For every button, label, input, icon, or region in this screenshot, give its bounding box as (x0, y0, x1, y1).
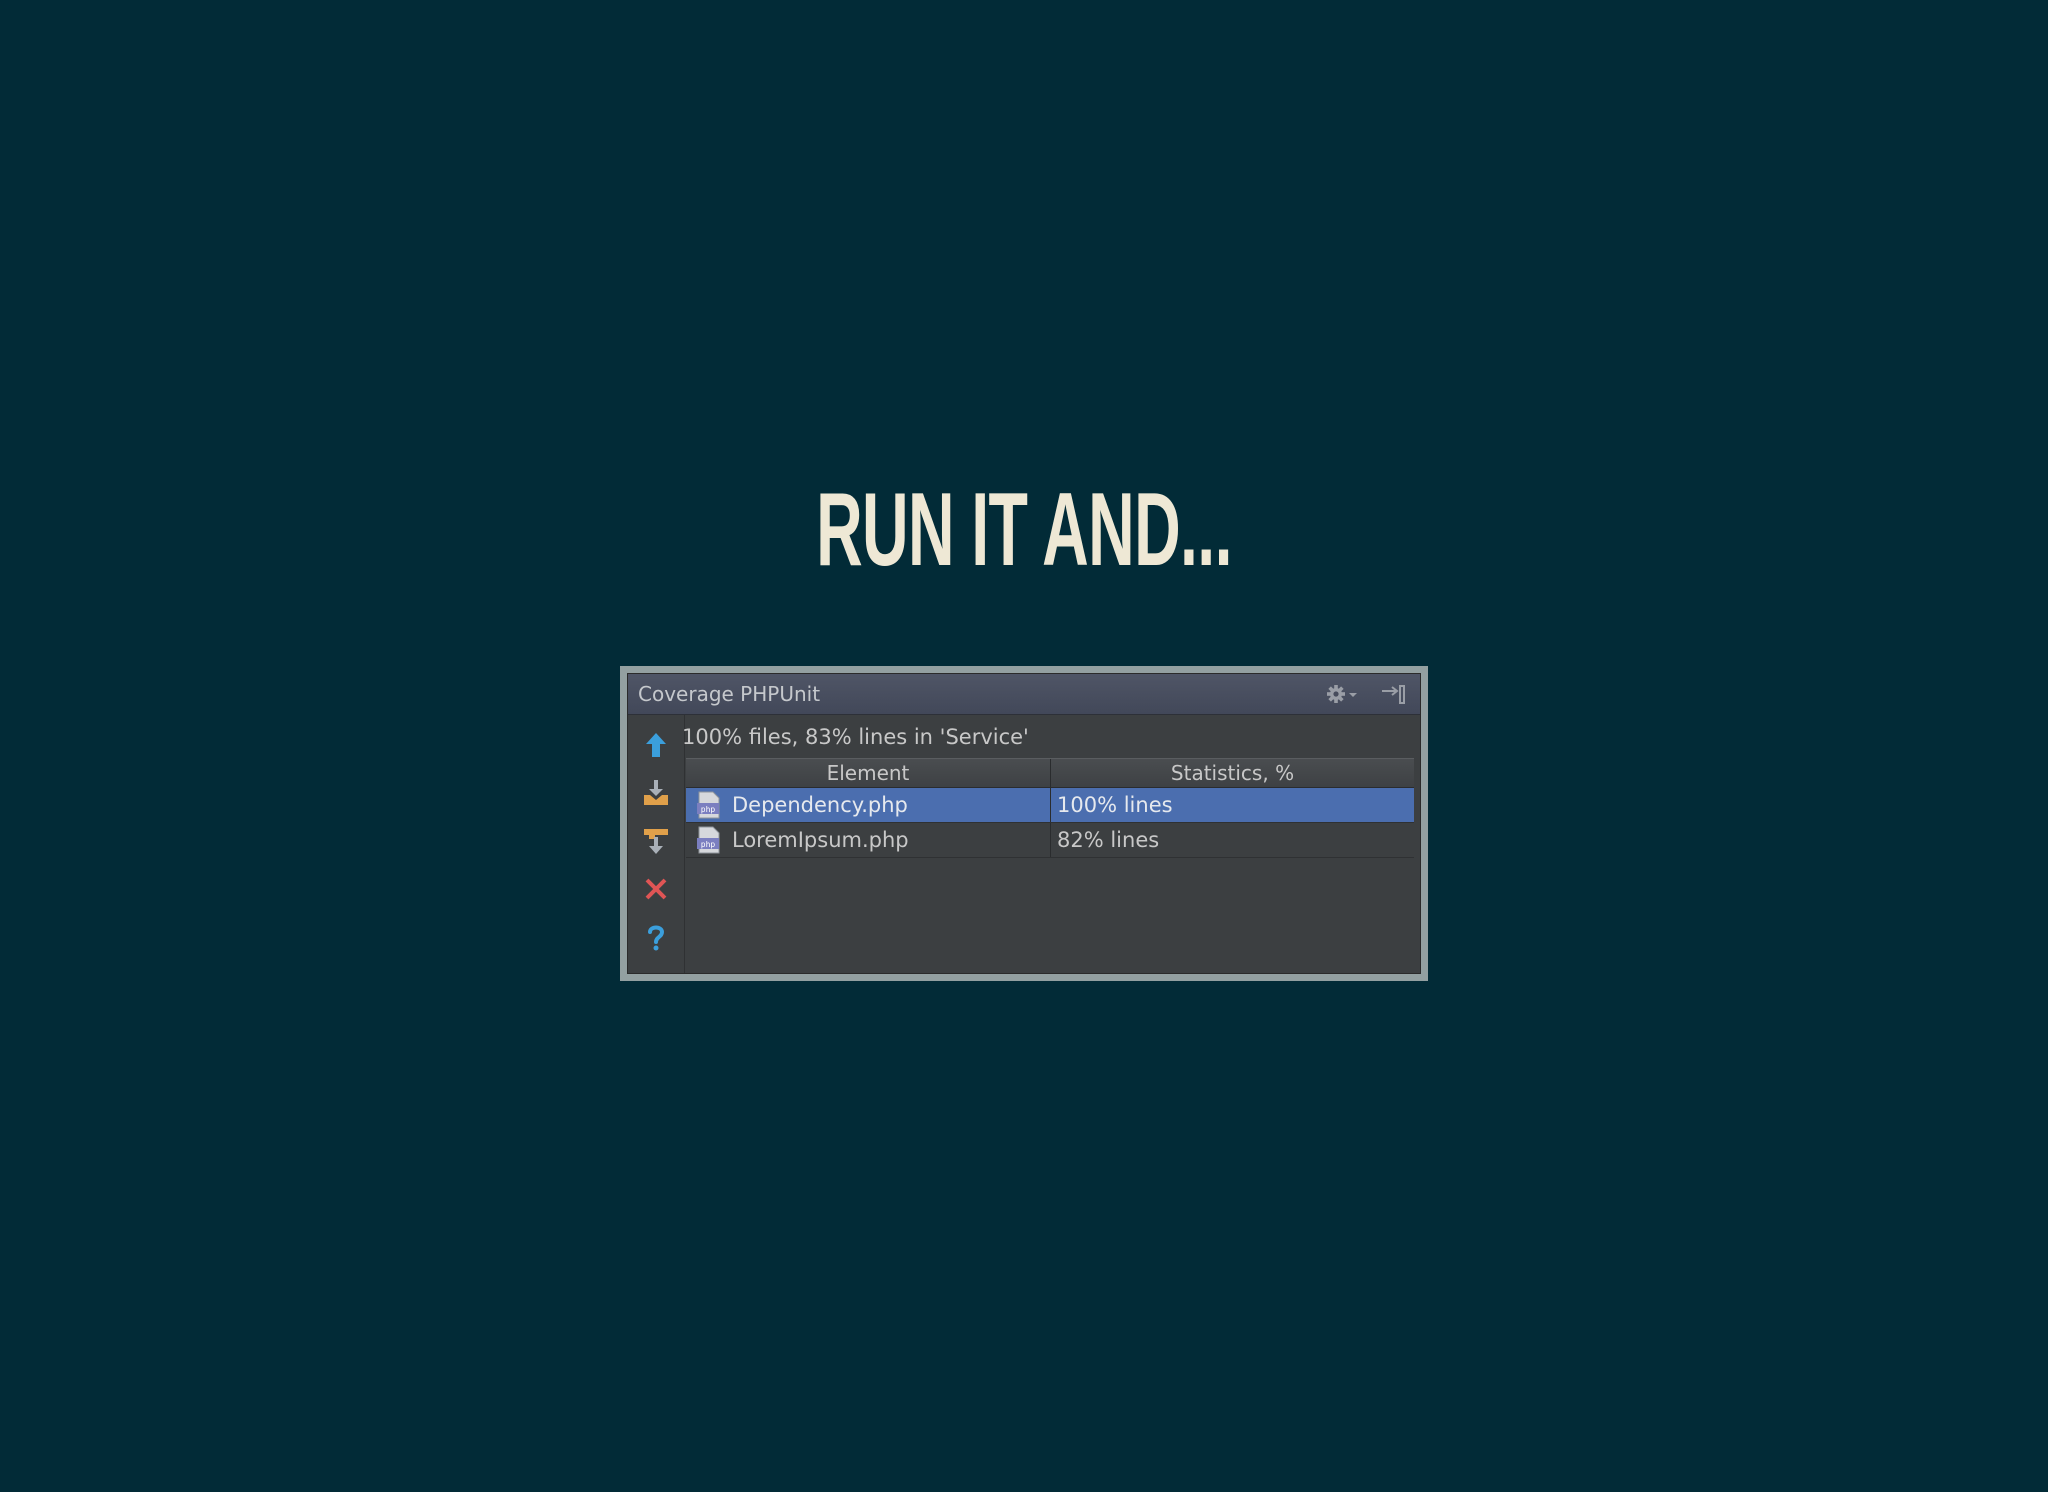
go-up-icon[interactable] (640, 729, 672, 761)
generate-report-icon[interactable] (640, 825, 672, 857)
svg-text:php: php (701, 840, 716, 849)
element-name: Dependency.php (732, 793, 908, 817)
svg-text:php: php (701, 805, 716, 814)
element-name: LoremIpsum.php (732, 828, 909, 852)
panel-title: Coverage PHPUnit (638, 682, 821, 706)
help-icon[interactable] (640, 921, 672, 953)
php-file-icon: php (697, 791, 720, 819)
panel-header: Coverage PHPUnit (628, 674, 1420, 715)
coverage-panel: Coverage PHPUnit 100% files, 83% lines i… (627, 673, 1421, 974)
coverage-toolbar (628, 715, 685, 973)
import-icon[interactable] (640, 777, 672, 809)
coverage-screenshot-frame: Coverage PHPUnit 100% files, 83% lines i… (620, 666, 1428, 981)
statistics-cell: 100% lines (1057, 793, 1173, 817)
table-header: Element Statistics, % (686, 758, 1414, 788)
close-icon[interactable] (640, 873, 672, 905)
php-file-icon: php (697, 826, 720, 854)
column-header-statistics[interactable]: Statistics, % (1051, 759, 1414, 787)
gear-icon[interactable] (1326, 683, 1360, 705)
element-cell: php LoremIpsum.php (686, 823, 1051, 857)
coverage-summary: 100% files, 83% lines in 'Service' (682, 725, 1029, 749)
hide-panel-icon[interactable] (1380, 683, 1408, 705)
column-header-element[interactable]: Element (686, 759, 1051, 787)
statistics-cell: 82% lines (1057, 828, 1160, 852)
coverage-table: Element Statistics, % php Dependency.php… (686, 758, 1414, 858)
table-row[interactable]: php Dependency.php 100% lines (686, 788, 1414, 823)
table-row[interactable]: php LoremIpsum.php 82% lines (686, 823, 1414, 858)
element-cell: php Dependency.php (686, 788, 1051, 822)
slide-title: RUN IT AND... (816, 472, 1232, 588)
